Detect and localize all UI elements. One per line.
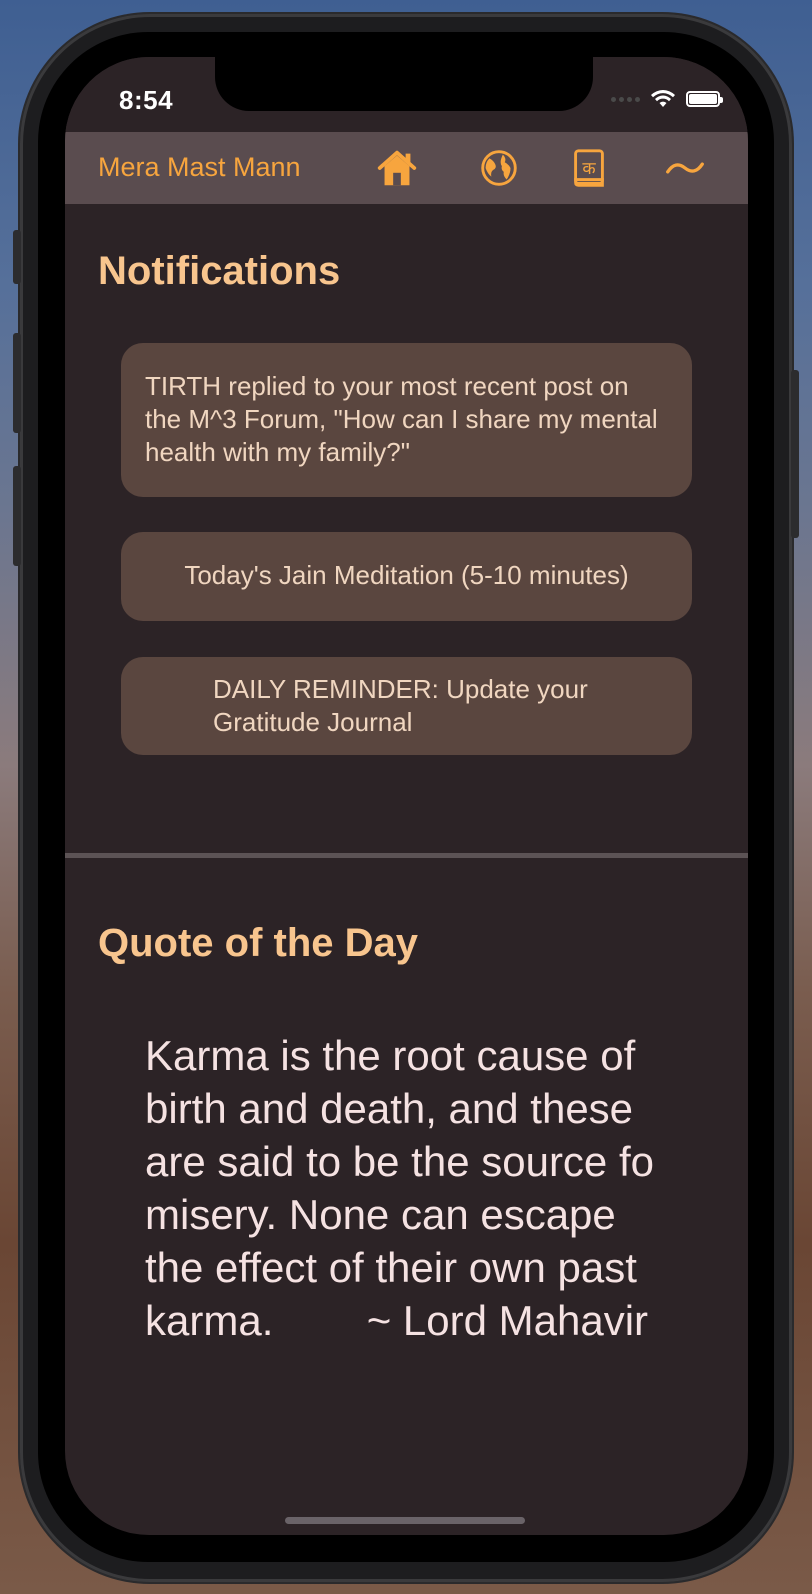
quote-text: Karma is the root cause of birth and dea… xyxy=(145,1032,666,1344)
volume-up-button xyxy=(13,333,21,433)
notifications-title: Notifications xyxy=(98,249,341,293)
notification-text: TIRTH replied to your most recent post o… xyxy=(145,371,658,467)
app-screen: 8:54 Mera Mast Mann क Notifications TIRT… xyxy=(65,57,748,1535)
status-icons xyxy=(611,89,723,109)
section-divider xyxy=(65,853,748,858)
notification-text: Today's Jain Meditation (5-10 minutes) xyxy=(184,560,629,590)
status-bar: 8:54 xyxy=(65,57,748,131)
mute-switch xyxy=(13,230,21,284)
tilde-icon[interactable] xyxy=(661,144,709,192)
notification-card-forum-reply[interactable]: TIRTH replied to your most recent post o… xyxy=(121,343,692,497)
notification-text: DAILY REMINDER: Update your Gratitude Jo… xyxy=(213,674,588,737)
status-time: 8:54 xyxy=(119,85,174,115)
battery-icon xyxy=(686,91,723,107)
notch xyxy=(215,57,593,111)
cellular-signal-icon xyxy=(611,96,640,102)
home-indicator[interactable] xyxy=(285,1517,525,1524)
notification-card-gratitude-reminder[interactable]: DAILY REMINDER: Update your Gratitude Jo… xyxy=(121,657,692,755)
quote-title: Quote of the Day xyxy=(98,921,419,965)
wifi-icon xyxy=(651,90,675,107)
volume-down-button xyxy=(13,466,21,566)
top-nav-bar: Mera Mast Mann क xyxy=(65,132,748,204)
svg-text:क: क xyxy=(582,159,596,179)
notification-card-meditation[interactable]: Today's Jain Meditation (5-10 minutes) xyxy=(121,532,692,621)
globe-icon[interactable] xyxy=(475,144,523,192)
app-title[interactable]: Mera Mast Mann xyxy=(98,152,301,183)
home-icon[interactable] xyxy=(373,144,421,192)
book-icon[interactable]: क xyxy=(565,144,613,192)
power-button xyxy=(791,370,799,538)
